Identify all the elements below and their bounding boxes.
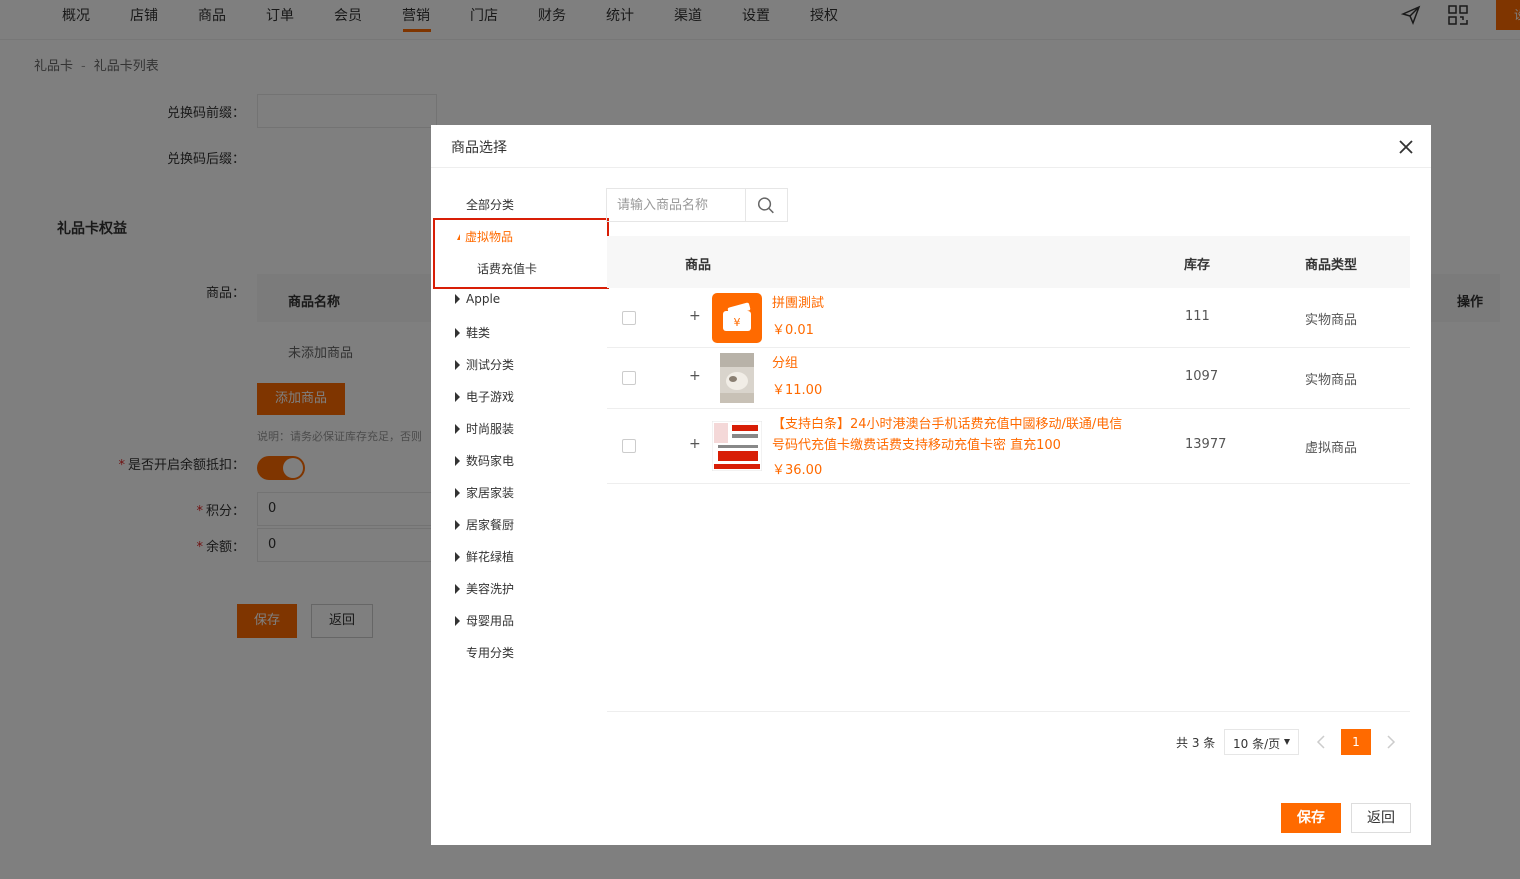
category-kitchen[interactable]: 居家餐厨 — [455, 516, 514, 533]
category-all[interactable]: 全部分类 — [466, 196, 514, 213]
table-row: + 分组 ￥11.00 1097 实物商品 — [607, 348, 1410, 409]
category-virtual[interactable]: 虚拟物品 — [454, 228, 513, 245]
yen-icon: ¥ — [734, 316, 741, 329]
product-name[interactable]: 拼團測試 — [772, 293, 824, 314]
collapsed-caret-icon — [455, 616, 460, 626]
product-type: 虚拟商品 — [1305, 441, 1358, 456]
col-type: 商品类型 — [1305, 258, 1358, 273]
table-row: + 【支持白条】24小时港澳台手机话费充值中國移动/联通/电信 号码代充值卡缴费话… — [607, 409, 1410, 484]
expanded-caret-icon — [454, 234, 460, 240]
product-type: 实物商品 — [1305, 373, 1358, 388]
expand-plus-icon[interactable]: + — [689, 308, 701, 324]
row-checkbox[interactable] — [622, 371, 636, 385]
collapsed-caret-icon — [455, 456, 460, 466]
table-row: + ¥ 拼團測試 ￥0.01 111 实物商品 — [607, 288, 1410, 348]
dropdown-arrow-icon — [1284, 739, 1290, 745]
collapsed-caret-icon — [455, 392, 460, 402]
category-flowers[interactable]: 鲜花绿植 — [455, 548, 514, 565]
collapsed-caret-icon — [455, 552, 460, 562]
row-checkbox[interactable] — [622, 439, 636, 453]
category-test[interactable]: 测试分类 — [455, 356, 514, 373]
category-phone-recharge[interactable]: 话费充值卡 — [477, 260, 537, 277]
category-tree — [431, 168, 606, 728]
search-input[interactable] — [607, 189, 745, 221]
product-price: ￥11.00 — [772, 383, 823, 398]
collapsed-caret-icon — [455, 488, 460, 498]
pager-total: 共 3 条 — [1176, 736, 1216, 750]
product-type: 实物商品 — [1305, 313, 1358, 328]
product-price: ￥36.00 — [772, 463, 823, 478]
category-beauty[interactable]: 美容洗护 — [455, 580, 514, 597]
category-home[interactable]: 家居家装 — [455, 484, 514, 501]
category-apple[interactable]: Apple — [455, 292, 500, 306]
table-bottom-divider — [607, 711, 1410, 712]
collapsed-caret-icon — [455, 424, 460, 434]
row-checkbox[interactable] — [622, 311, 636, 325]
category-special[interactable]: 专用分类 — [466, 644, 514, 661]
product-select-modal: 商品选择 全部分类 虚拟物品 话费充值卡 Apple 鞋类 测试分类 电子游戏 … — [431, 125, 1431, 845]
modal-header: 商品选择 — [431, 125, 1431, 168]
modal-title: 商品选择 — [451, 140, 507, 156]
category-baby[interactable]: 母婴用品 — [455, 612, 514, 629]
product-search — [606, 188, 788, 222]
product-thumbnail-recharge-card — [712, 421, 762, 471]
close-icon[interactable] — [1397, 138, 1415, 156]
modal-save-button[interactable]: 保存 — [1281, 803, 1341, 833]
product-name[interactable]: 【支持白条】24小时港澳台手机话费充值中國移动/联通/电信 号码代充值卡缴费话费支… — [772, 414, 1172, 456]
product-stock: 111 — [1185, 309, 1210, 324]
page-size-select[interactable]: 10 条/页 — [1224, 729, 1299, 755]
expand-plus-icon[interactable]: + — [689, 436, 701, 452]
prev-page-icon[interactable] — [1313, 733, 1331, 751]
product-thumbnail-photo — [720, 353, 754, 403]
modal-back-button[interactable]: 返回 — [1351, 803, 1411, 833]
collapsed-caret-icon — [455, 360, 460, 370]
col-stock: 库存 — [1184, 258, 1211, 273]
collapsed-caret-icon — [455, 328, 460, 338]
product-stock: 13977 — [1185, 437, 1227, 452]
collapsed-caret-icon — [455, 520, 460, 530]
category-games[interactable]: 电子游戏 — [455, 388, 514, 405]
product-name[interactable]: 分组 — [772, 353, 798, 374]
col-product: 商品 — [685, 258, 712, 273]
page-number-current[interactable]: 1 — [1341, 729, 1371, 755]
category-fashion[interactable]: 时尚服装 — [455, 420, 514, 437]
search-icon[interactable] — [745, 189, 787, 221]
next-page-icon[interactable] — [1381, 733, 1399, 751]
expand-plus-icon[interactable]: + — [689, 368, 701, 384]
product-price: ￥0.01 — [772, 323, 814, 338]
collapsed-caret-icon — [455, 584, 460, 594]
category-shoes[interactable]: 鞋类 — [455, 324, 490, 341]
collapsed-caret-icon — [455, 294, 460, 304]
category-digital[interactable]: 数码家电 — [455, 452, 514, 469]
product-table-header: 商品 库存 商品类型 — [607, 236, 1410, 288]
product-stock: 1097 — [1185, 369, 1219, 384]
product-thumbnail-coupon: ¥ — [712, 293, 762, 343]
